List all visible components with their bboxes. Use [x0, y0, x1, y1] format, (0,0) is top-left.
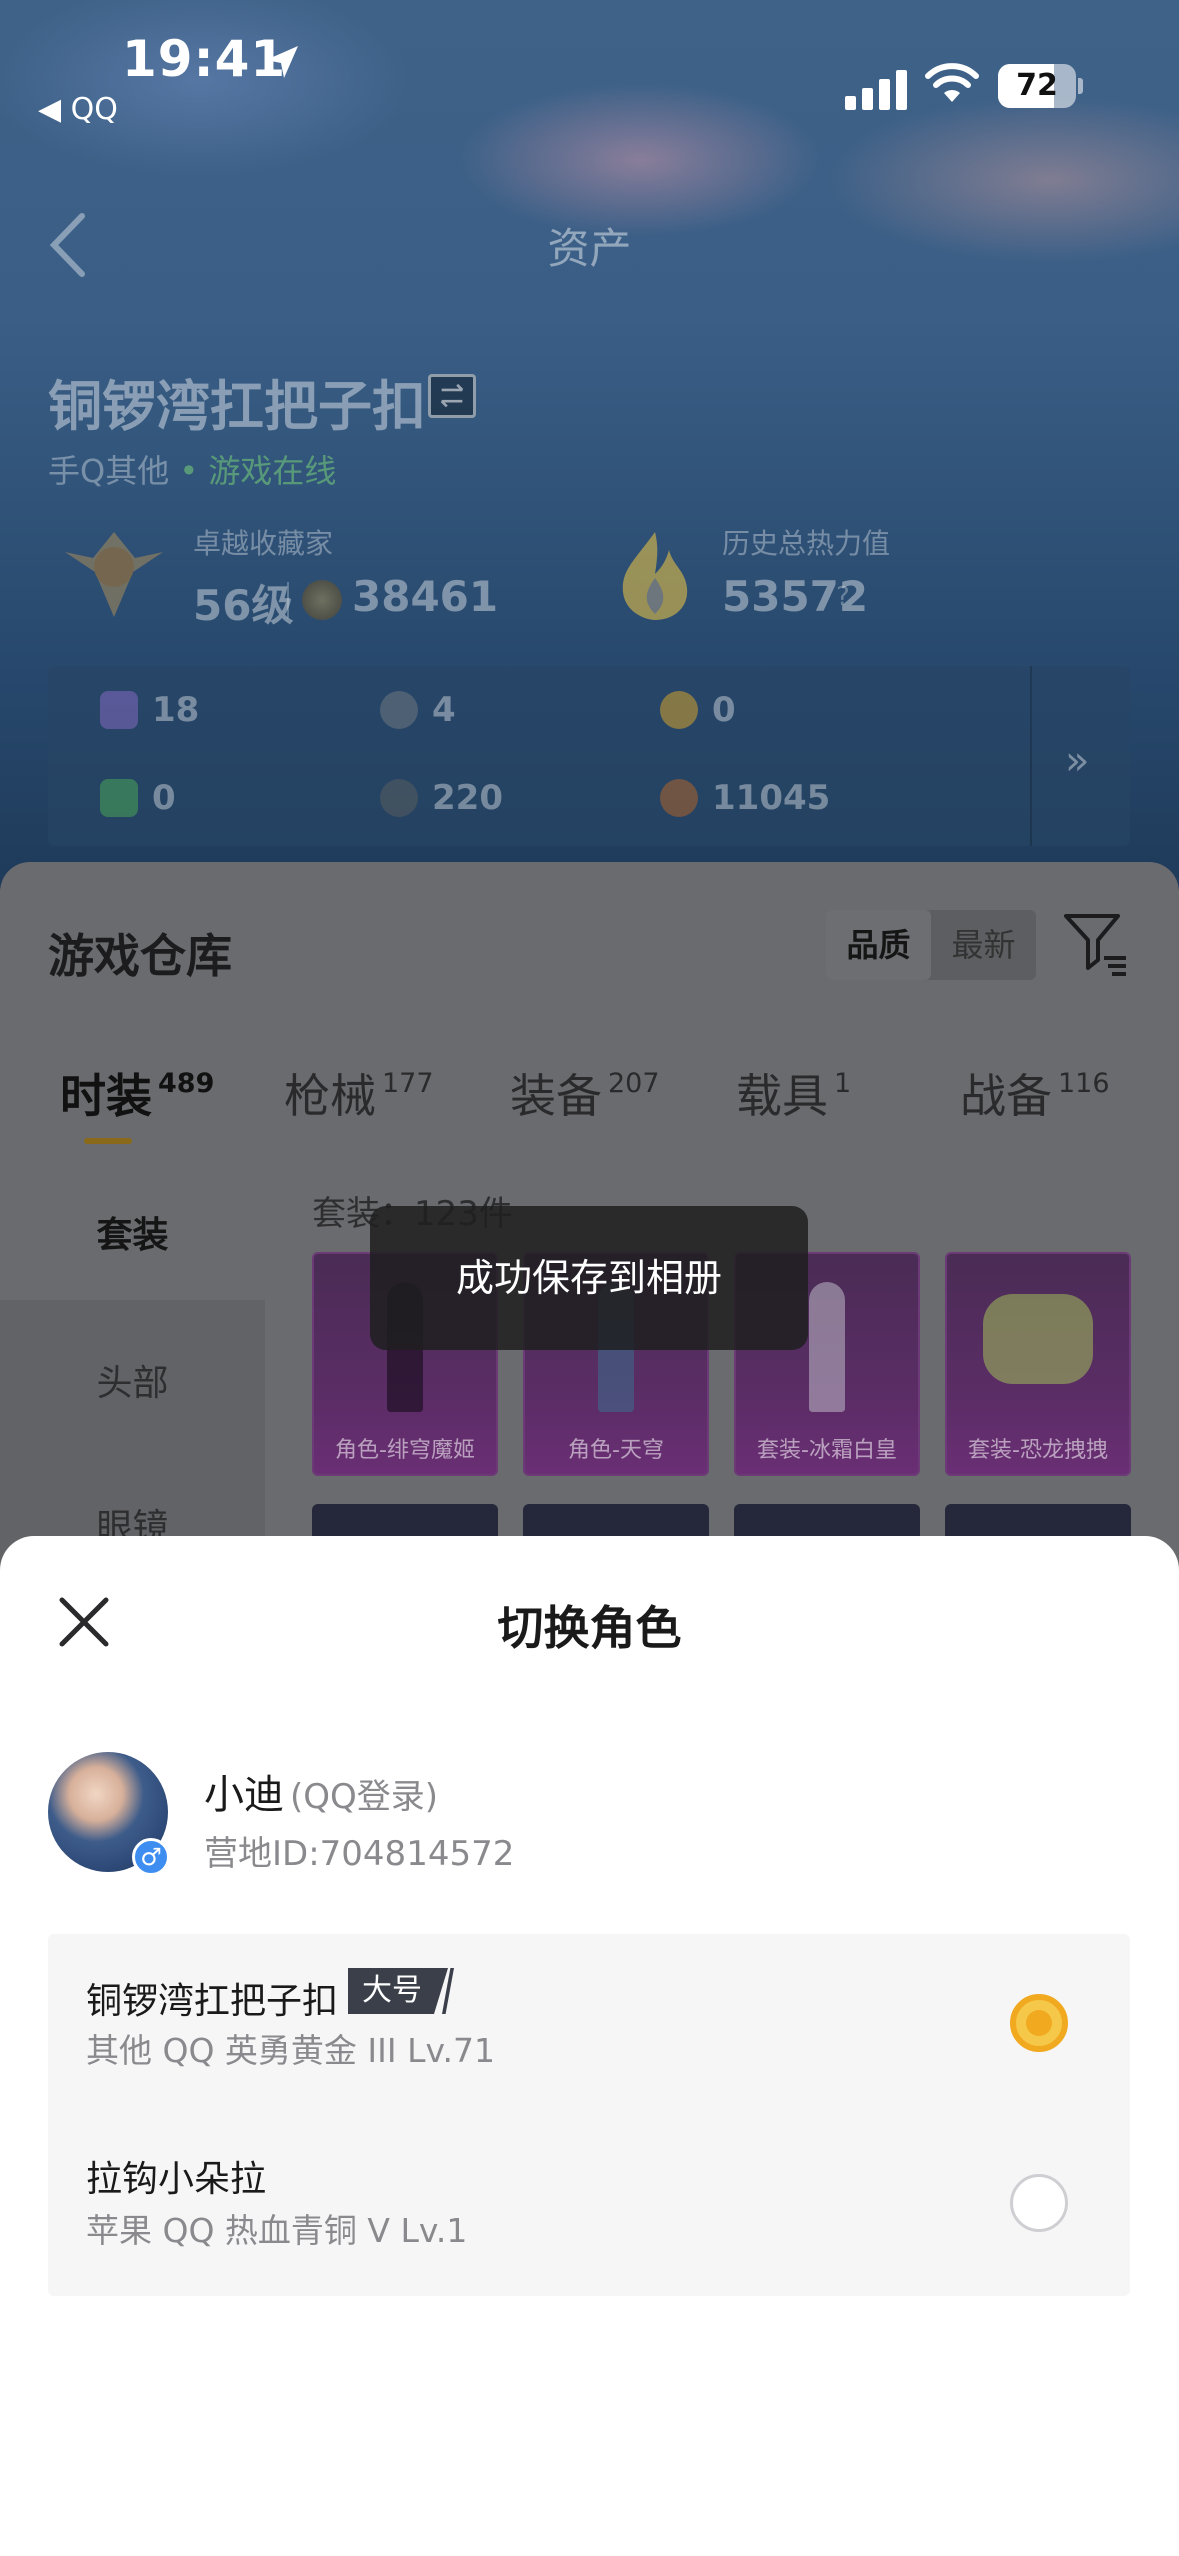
heat-label: 历史总热力值: [722, 527, 891, 560]
role-name: 拉钩小朵拉: [86, 2159, 267, 2200]
tab-battle-prep[interactable]: 战备 116: [960, 1060, 1110, 1126]
role-platform: 手Q其他 • 游戏在线: [48, 452, 337, 490]
ticket-icon: [100, 779, 138, 817]
user-name: 小迪 (QQ登录): [204, 1772, 439, 1818]
battery-level: 72: [1016, 68, 1058, 103]
sheet-title: 切换角色: [497, 1601, 682, 1655]
toast-message: 成功保存到相册: [370, 1206, 808, 1350]
camp-id: 营地ID:704814572: [204, 1834, 515, 1874]
resource-item: 18: [100, 688, 199, 732]
cellular-signal-icon: [845, 66, 907, 110]
resource-item: 0: [100, 776, 176, 820]
item-card[interactable]: 套装-恐龙拽拽: [945, 1252, 1131, 1476]
active-tab-indicator: [84, 1138, 132, 1144]
switch-role-icon[interactable]: [428, 374, 476, 418]
tab-weapons[interactable]: 枪械 177: [284, 1060, 434, 1126]
coin-s-icon: [380, 691, 418, 729]
sort-quality-button[interactable]: 品质: [826, 910, 931, 980]
resource-item: 0: [660, 688, 736, 732]
orb-icon: [380, 779, 418, 817]
status-bar: 19:41 ◀ QQ 72: [0, 0, 1179, 130]
filter-icon[interactable]: [1062, 910, 1130, 978]
page-title: 资产: [547, 224, 632, 273]
collect-coin-value: 38461: [352, 572, 499, 621]
more-resources-icon[interactable]: »: [1065, 738, 1089, 784]
tab-fashion[interactable]: 时装 489: [60, 1060, 214, 1126]
login-method: (QQ登录): [290, 1777, 439, 1817]
current-role-name: 铜锣湾扛把子扣: [48, 375, 426, 438]
back-to-app-link[interactable]: ◀ QQ: [38, 92, 118, 127]
collector-medal-icon: [65, 532, 163, 617]
side-item-suit[interactable]: 套装: [0, 1206, 265, 1258]
role-radio-unselected[interactable]: [1010, 2174, 1068, 2232]
role-name: 铜锣湾扛把子扣: [86, 1981, 339, 2022]
battery-icon: 72: [998, 64, 1076, 108]
collector-title: 卓越收藏家: [193, 527, 334, 560]
location-arrow-icon: [266, 46, 298, 78]
sort-toggle: 品质 最新: [826, 910, 1036, 980]
male-icon: ♂: [132, 1838, 170, 1876]
resource-panel[interactable]: 18 4 0 0 220 11045: [48, 666, 1130, 846]
resource-item: 11045: [660, 776, 830, 820]
role-option[interactable]: 拉钩小朵拉 苹果 QQ 热血青铜 V Lv.1: [48, 2114, 1130, 2294]
card-icon: [100, 691, 138, 729]
wifi-icon: [925, 63, 979, 102]
role-option[interactable]: 铜锣湾扛把子扣 大号 其他 QQ 英勇黄金 III Lv.71: [48, 1934, 1130, 2114]
category-tabs: 时装 489 枪械 177 装备 207 载具 1 战备 116: [0, 1060, 1179, 1140]
resource-item: 4: [380, 688, 456, 732]
collector-level: 56级: [193, 581, 294, 630]
side-item-head[interactable]: 头部: [0, 1354, 265, 1406]
role-list: 铜锣湾扛把子扣 大号 其他 QQ 英勇黄金 III Lv.71 拉钩小朵拉 苹果…: [48, 1934, 1130, 2296]
resource-item: 220: [380, 776, 503, 820]
character-figure: [808, 1282, 846, 1412]
tab-vehicles[interactable]: 载具 1: [736, 1060, 851, 1126]
role-detail: 其他 QQ 英勇黄金 III Lv.71: [86, 2031, 495, 2070]
online-status: • 游戏在线: [179, 452, 337, 490]
warehouse-title: 游戏仓库: [48, 929, 232, 983]
role-detail: 苹果 QQ 热血青铜 V Lv.1: [86, 2211, 468, 2250]
main-account-badge: 大号: [348, 1968, 448, 2014]
help-icon[interactable]: ?: [836, 582, 850, 612]
flame-icon: [622, 532, 688, 620]
tab-equipment[interactable]: 装备 207: [510, 1060, 660, 1126]
character-figure: [983, 1294, 1093, 1384]
sort-latest-button[interactable]: 最新: [931, 910, 1036, 980]
role-radio-selected[interactable]: [1010, 1994, 1068, 2052]
collect-coin-icon: [302, 580, 342, 620]
coin-a-icon: [660, 691, 698, 729]
medal-icon: [660, 779, 698, 817]
